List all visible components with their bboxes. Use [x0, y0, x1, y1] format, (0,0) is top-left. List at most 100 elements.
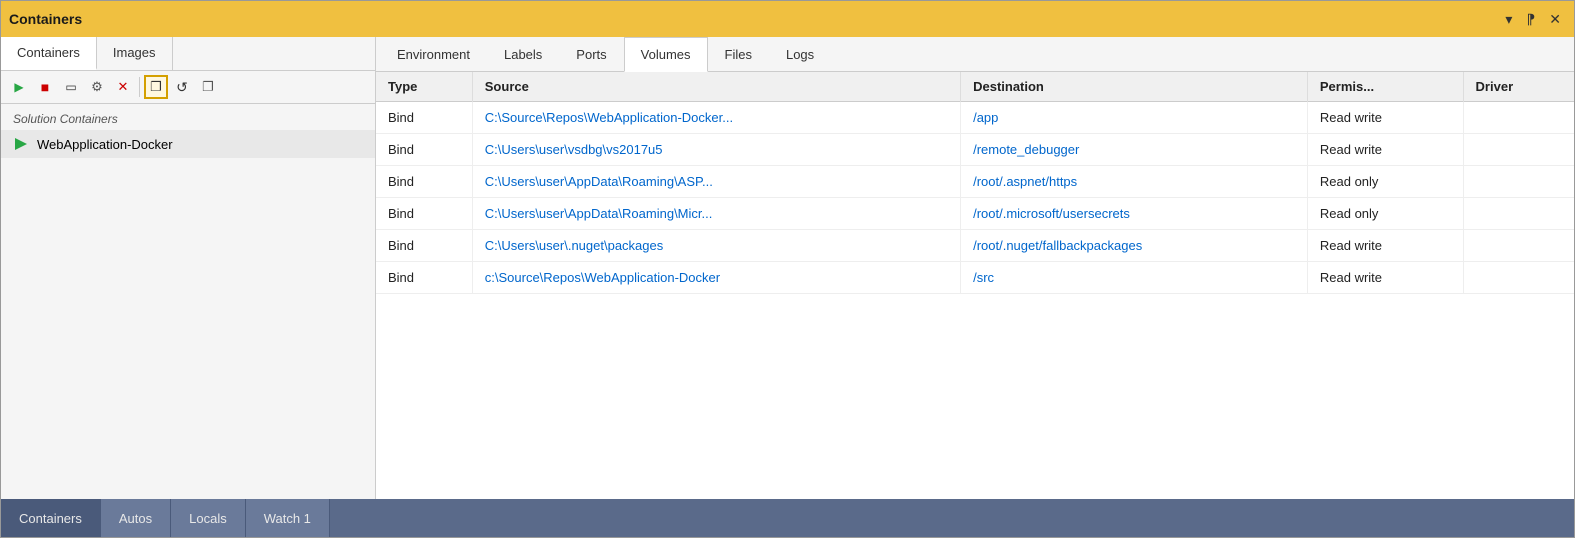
- destination-link[interactable]: /remote_debugger: [973, 142, 1079, 157]
- tab-images[interactable]: Images: [97, 37, 173, 70]
- cell-driver: [1463, 198, 1574, 230]
- col-type: Type: [376, 72, 472, 102]
- running-icon: [13, 136, 29, 152]
- right-panel: Environment Labels Ports Volumes Files L…: [376, 37, 1574, 499]
- tab-files[interactable]: Files: [708, 37, 769, 72]
- source-link[interactable]: C:\Users\user\AppData\Roaming\ASP...: [485, 174, 713, 189]
- destination-link[interactable]: /app: [973, 110, 998, 125]
- volumes-table-container: Type Source Destination Permis... Driver…: [376, 72, 1574, 499]
- source-link[interactable]: C:\Users\user\vsdbg\vs2017u5: [485, 142, 663, 157]
- cell-permissions: Read write: [1307, 102, 1463, 134]
- tab-labels[interactable]: Labels: [487, 37, 559, 72]
- toolbar-separator: [139, 77, 140, 97]
- title-bar: Containers ▾ ⁋ ✕: [1, 1, 1574, 37]
- cell-driver: [1463, 262, 1574, 294]
- status-tab-watch-label: Watch 1: [264, 511, 311, 526]
- status-tab-locals[interactable]: Locals: [171, 499, 246, 537]
- source-link[interactable]: C:\Source\Repos\WebApplication-Docker...: [485, 110, 733, 125]
- cell-destination[interactable]: /remote_debugger: [961, 134, 1308, 166]
- col-source: Source: [472, 72, 960, 102]
- source-link[interactable]: C:\Users\user\AppData\Roaming\Micr...: [485, 206, 713, 221]
- cell-destination[interactable]: /root/.microsoft/usersecrets: [961, 198, 1308, 230]
- container-item[interactable]: WebApplication-Docker: [1, 130, 375, 158]
- cell-type: Bind: [376, 102, 472, 134]
- refresh-button[interactable]: ↺: [170, 75, 194, 99]
- settings-button[interactable]: ⚙: [85, 75, 109, 99]
- volumes-table: Type Source Destination Permis... Driver…: [376, 72, 1574, 294]
- cell-driver: [1463, 230, 1574, 262]
- cell-permissions: Read only: [1307, 198, 1463, 230]
- destination-link[interactable]: /src: [973, 270, 994, 285]
- tab-environment[interactable]: Environment: [380, 37, 487, 72]
- cell-type: Bind: [376, 262, 472, 294]
- left-toolbar: ▶ ■ ▭ ⚙ ✕ ❐ ↺: [1, 71, 375, 104]
- stop-button[interactable]: ■: [33, 75, 57, 99]
- cell-destination[interactable]: /root/.nuget/fallbackpackages: [961, 230, 1308, 262]
- cell-destination[interactable]: /root/.aspnet/https: [961, 166, 1308, 198]
- cell-type: Bind: [376, 134, 472, 166]
- cell-destination[interactable]: /src: [961, 262, 1308, 294]
- pin-button[interactable]: ⁋: [1521, 9, 1540, 30]
- tab-logs[interactable]: Logs: [769, 37, 831, 72]
- table-row[interactable]: Bind c:\Source\Repos\WebApplication-Docke…: [376, 262, 1574, 294]
- cell-driver: [1463, 166, 1574, 198]
- cell-source[interactable]: C:\Users\user\.nuget\packages: [472, 230, 960, 262]
- play-button[interactable]: ▶: [7, 75, 31, 99]
- cell-destination[interactable]: /app: [961, 102, 1308, 134]
- table-row[interactable]: Bind C:\Users\user\AppData\Roaming\Micr..…: [376, 198, 1574, 230]
- play-triangle: [15, 138, 27, 150]
- left-panel: Containers Images ▶ ■ ▭ ⚙ ✕: [1, 37, 376, 499]
- title-bar-left: Containers: [9, 11, 82, 27]
- destination-link[interactable]: /root/.microsoft/usersecrets: [973, 206, 1130, 221]
- cell-permissions: Read write: [1307, 134, 1463, 166]
- cell-permissions: Read write: [1307, 262, 1463, 294]
- status-tab-containers[interactable]: Containers: [1, 499, 101, 537]
- cell-type: Bind: [376, 198, 472, 230]
- cell-type: Bind: [376, 230, 472, 262]
- table-row[interactable]: Bind C:\Users\user\vsdbg\vs2017u5/remote_…: [376, 134, 1574, 166]
- cell-type: Bind: [376, 166, 472, 198]
- cell-source[interactable]: C:\Users\user\AppData\Roaming\ASP...: [472, 166, 960, 198]
- destination-link[interactable]: /root/.aspnet/https: [973, 174, 1077, 189]
- source-link[interactable]: C:\Users\user\.nuget\packages: [485, 238, 663, 253]
- col-driver: Driver: [1463, 72, 1574, 102]
- table-row[interactable]: Bind C:\Users\user\AppData\Roaming\ASP...…: [376, 166, 1574, 198]
- cell-permissions: Read write: [1307, 230, 1463, 262]
- cell-source[interactable]: C:\Users\user\vsdbg\vs2017u5: [472, 134, 960, 166]
- main-window: Containers ▾ ⁋ ✕ Containers Images ▶ ■: [0, 0, 1575, 538]
- main-area: Containers Images ▶ ■ ▭ ⚙ ✕: [1, 37, 1574, 499]
- minimize-button[interactable]: ▾: [1500, 9, 1517, 30]
- copy-all-button[interactable]: ❐: [196, 75, 220, 99]
- cell-driver: [1463, 102, 1574, 134]
- table-row[interactable]: Bind C:\Source\Repos\WebApplication-Docke…: [376, 102, 1574, 134]
- cell-driver: [1463, 134, 1574, 166]
- cell-source[interactable]: C:\Users\user\AppData\Roaming\Micr...: [472, 198, 960, 230]
- status-bar: Containers Autos Locals Watch 1: [1, 499, 1574, 537]
- status-tab-watch[interactable]: Watch 1: [246, 499, 330, 537]
- tab-volumes[interactable]: Volumes: [624, 37, 708, 72]
- copy-button[interactable]: ❐: [144, 75, 168, 99]
- status-tab-locals-label: Locals: [189, 511, 227, 526]
- close-button[interactable]: ✕: [1544, 9, 1566, 30]
- tab-containers[interactable]: Containers: [1, 37, 97, 70]
- cell-permissions: Read only: [1307, 166, 1463, 198]
- status-tab-containers-label: Containers: [19, 511, 82, 526]
- source-link[interactable]: c:\Source\Repos\WebApplication-Docker: [485, 270, 720, 285]
- container-name: WebApplication-Docker: [37, 137, 173, 152]
- delete-button[interactable]: ✕: [111, 75, 135, 99]
- table-row[interactable]: Bind C:\Users\user\.nuget\packages/root/.…: [376, 230, 1574, 262]
- terminal-button[interactable]: ▭: [59, 75, 83, 99]
- destination-link[interactable]: /root/.nuget/fallbackpackages: [973, 238, 1142, 253]
- cell-source[interactable]: C:\Source\Repos\WebApplication-Docker...: [472, 102, 960, 134]
- solution-label: Solution Containers: [1, 104, 375, 130]
- col-destination: Destination: [961, 72, 1308, 102]
- table-header-row: Type Source Destination Permis... Driver: [376, 72, 1574, 102]
- status-tab-autos-label: Autos: [119, 511, 152, 526]
- title-bar-controls: ▾ ⁋ ✕: [1500, 9, 1566, 30]
- tab-ports[interactable]: Ports: [559, 37, 623, 72]
- window-title: Containers: [9, 11, 82, 27]
- left-tabs: Containers Images: [1, 37, 375, 71]
- detail-tabs: Environment Labels Ports Volumes Files L…: [376, 37, 1574, 72]
- status-tab-autos[interactable]: Autos: [101, 499, 171, 537]
- cell-source[interactable]: c:\Source\Repos\WebApplication-Docker: [472, 262, 960, 294]
